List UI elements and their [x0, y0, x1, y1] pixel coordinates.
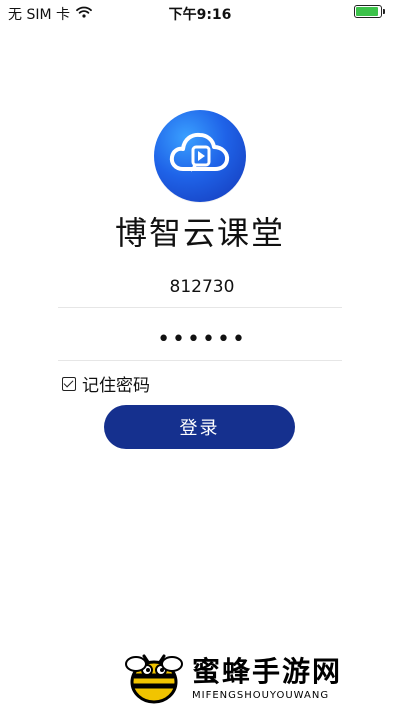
remember-password-toggle[interactable]: 记住密码: [62, 371, 150, 396]
username-field[interactable]: [58, 268, 346, 306]
remember-password-label: 记住密码: [82, 376, 150, 396]
battery-icon: [354, 5, 385, 18]
status-time: 下午9:16: [168, 7, 232, 23]
watermark-subtitle: MIFENGSHOUYOUWANG: [192, 690, 330, 701]
login-button[interactable]: 登录: [104, 405, 295, 449]
status-bar: 无 SIM 卡 下午9:16: [0, 0, 400, 26]
battery-fill: [356, 7, 378, 16]
app-logo: [154, 110, 246, 202]
status-right: [354, 5, 385, 18]
watermark: 蜜蜂手游网 MIFENGSHOUYOUWANG: [120, 642, 390, 710]
battery-tip: [383, 9, 385, 14]
login-screen: 无 SIM 卡 下午9:16 博智云课堂 812730 •••••• 记住密码 …: [0, 0, 400, 710]
bee-icon: [125, 654, 183, 704]
watermark-title: 蜜蜂手游网: [192, 655, 343, 688]
username-divider: [58, 307, 342, 308]
password-divider: [58, 360, 342, 361]
app-title: 博智云课堂: [114, 214, 285, 252]
password-field[interactable]: [58, 320, 346, 358]
checkbox-checked-icon[interactable]: [62, 376, 76, 391]
cloud-play-icon: [169, 132, 230, 172]
